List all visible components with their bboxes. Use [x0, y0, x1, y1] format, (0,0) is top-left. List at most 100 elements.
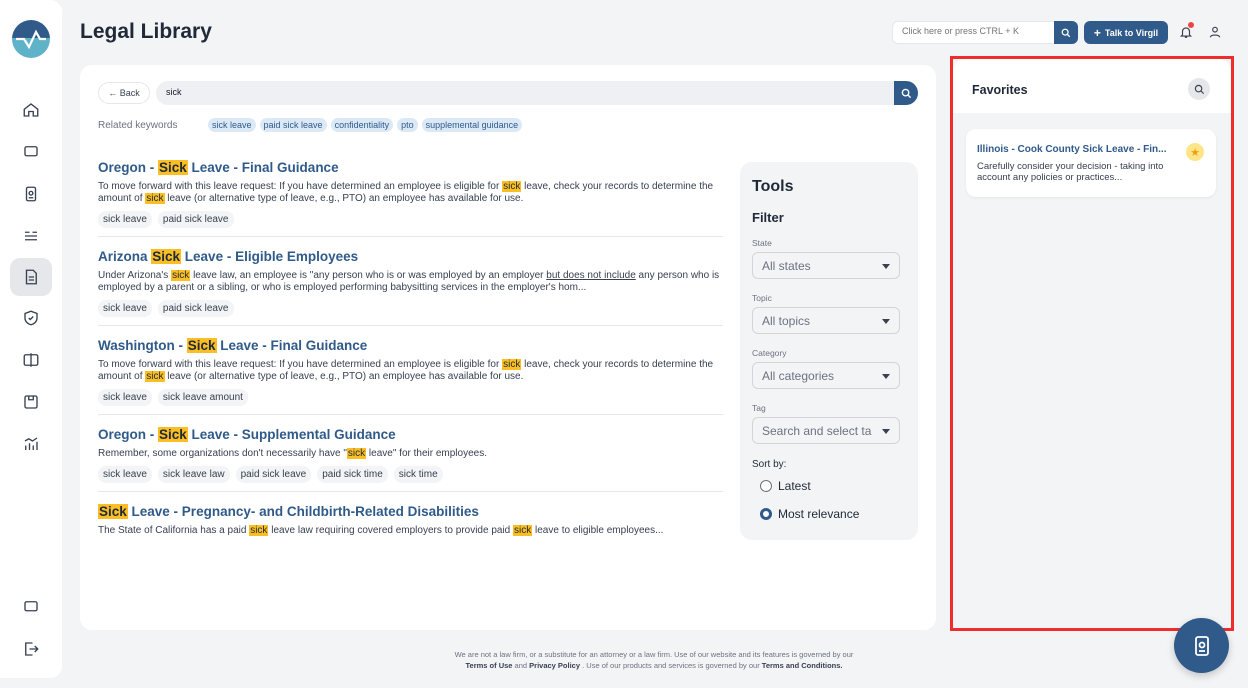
compare-icon[interactable] — [10, 341, 52, 379]
result-description: The State of California has a paid sick … — [98, 525, 664, 536]
state-label: State — [752, 238, 772, 248]
tools-title: Tools — [752, 178, 794, 195]
shield-icon[interactable] — [10, 299, 52, 337]
result-tags: sick leave paid sick leave — [98, 211, 723, 228]
result-title[interactable]: Sick Leave - Pregnancy- and Childbirth-R… — [98, 504, 723, 519]
topic-select[interactable]: All topics — [752, 307, 900, 334]
favorite-item-title[interactable]: Illinois - Cook County Sick Leave - Fin.… — [977, 144, 1177, 155]
sort-label: Sort by: — [752, 459, 787, 470]
result-description: Under Arizona's sick leave law, an emplo… — [98, 270, 720, 293]
category-select[interactable]: All categories — [752, 362, 900, 389]
result-tag[interactable]: sick leave — [98, 466, 152, 483]
related-keywords: sick leave paid sick leave confidentiali… — [208, 118, 523, 132]
result-tags: sick leave sick leave amount — [98, 389, 723, 406]
query-search-button[interactable] — [894, 81, 918, 105]
keyword-chip[interactable]: sick leave — [208, 118, 256, 132]
main-card: ← Back Related keywords sick leave paid … — [80, 65, 936, 630]
sort-relevance-option[interactable]: Most relevance — [760, 507, 859, 521]
favorites-search-button[interactable] — [1188, 78, 1210, 100]
tag-select[interactable]: Search and select ta — [752, 417, 900, 444]
result-item: Washington - Sick Leave - Final Guidance… — [98, 338, 723, 415]
result-tag[interactable]: paid sick time — [317, 466, 388, 483]
favorites-header: Favorites — [953, 59, 1231, 113]
talk-to-virgil-button[interactable]: + Talk to Virgil — [1084, 21, 1168, 44]
document-icon[interactable] — [10, 258, 52, 296]
result-tag[interactable]: sick leave — [98, 389, 152, 406]
terms-conditions-link[interactable]: Terms and Conditions. — [762, 661, 843, 670]
terms-of-use-link[interactable]: Terms of Use — [466, 661, 513, 670]
badge-icon[interactable] — [10, 175, 52, 213]
talk-to-virgil-label: Talk to Virgil — [1104, 27, 1159, 38]
state-select-value: All states — [762, 259, 811, 273]
chevron-down-icon — [882, 374, 890, 379]
result-item: Oregon - Sick Leave - Final Guidance To … — [98, 160, 723, 237]
result-tag[interactable]: sick leave amount — [157, 389, 248, 406]
analytics-icon[interactable] — [10, 425, 52, 463]
result-tag[interactable]: sick leave law — [157, 466, 230, 483]
result-title[interactable]: Washington - Sick Leave - Final Guidance — [98, 338, 723, 353]
filter-title: Filter — [752, 210, 784, 225]
chevron-down-icon — [882, 429, 890, 434]
badge-icon — [1194, 635, 1209, 656]
star-icon[interactable]: ★ — [1186, 143, 1204, 161]
result-tag[interactable]: sick leave — [98, 211, 152, 228]
notifications-button[interactable] — [1175, 21, 1197, 43]
back-button[interactable]: ← Back — [98, 82, 150, 104]
result-tag[interactable]: paid sick leave — [235, 466, 312, 483]
global-search-input[interactable] — [902, 26, 1052, 36]
result-title[interactable]: Arizona Sick Leave - Eligible Employees — [98, 249, 723, 264]
tag-select-placeholder: Search and select ta — [762, 424, 872, 438]
result-item: Oregon - Sick Leave - Supplemental Guida… — [98, 427, 723, 492]
footer-line2: Terms of Use and Privacy Policy . Use of… — [465, 661, 843, 670]
sort-latest-option[interactable]: Latest — [760, 479, 811, 493]
tools-panel: Tools Filter State All states Topic All … — [740, 162, 918, 540]
keyword-chip[interactable]: confidentiality — [330, 118, 394, 132]
category-label: Category — [752, 348, 787, 358]
radio-checked[interactable] — [760, 508, 772, 520]
profile-button[interactable] — [1204, 21, 1226, 43]
tag-label: Tag — [752, 403, 766, 413]
query-input[interactable] — [166, 87, 766, 97]
result-item: Arizona Sick Leave - Eligible Employees … — [98, 249, 723, 326]
chevron-down-icon — [882, 319, 890, 324]
result-title[interactable]: Oregon - Sick Leave - Supplemental Guida… — [98, 427, 723, 442]
home-icon[interactable] — [10, 91, 52, 129]
search-icon — [1194, 84, 1204, 94]
app-logo[interactable] — [12, 20, 50, 58]
logout-icon[interactable] — [10, 630, 52, 668]
plus-icon: + — [1093, 25, 1101, 40]
sidebar — [0, 0, 62, 678]
global-search[interactable] — [892, 21, 1078, 44]
related-keywords-label: Related keywords — [98, 120, 178, 131]
query-bar[interactable] — [156, 81, 918, 105]
result-tag[interactable]: paid sick leave — [157, 211, 234, 228]
result-tag[interactable]: paid sick leave — [157, 300, 234, 317]
page-title: Legal Library — [80, 20, 212, 43]
global-search-button[interactable] — [1054, 21, 1078, 44]
list-sort-icon[interactable] — [10, 217, 52, 255]
favorite-item[interactable]: Illinois - Cook County Sick Leave - Fin.… — [966, 129, 1216, 197]
keyword-chip[interactable]: paid sick leave — [259, 118, 327, 132]
result-description: Remember, some organizations don't neces… — [98, 448, 487, 459]
sort-latest-label: Latest — [778, 479, 811, 493]
result-description: To move forward with this leave request:… — [98, 181, 714, 204]
result-tag[interactable]: sick leave — [98, 300, 152, 317]
sort-relevance-label: Most relevance — [778, 507, 860, 521]
result-title[interactable]: Oregon - Sick Leave - Final Guidance — [98, 160, 723, 175]
keyword-chip[interactable]: supplemental guidance — [421, 118, 523, 132]
keyword-chip[interactable]: pto — [397, 118, 418, 132]
radio-unchecked[interactable] — [760, 480, 772, 492]
result-item: Sick Leave - Pregnancy- and Childbirth-R… — [98, 504, 723, 551]
footer: We are not a law firm, or a substitute f… — [260, 649, 1048, 671]
privacy-policy-link[interactable]: Privacy Policy — [529, 661, 580, 670]
assistant-fab[interactable] — [1174, 618, 1229, 673]
feedback-icon[interactable] — [10, 588, 52, 626]
search-icon — [1061, 28, 1071, 37]
chat-icon[interactable] — [10, 133, 52, 171]
result-tag[interactable]: sick time — [393, 466, 443, 483]
favorites-title: Favorites — [972, 83, 1028, 97]
state-select[interactable]: All states — [752, 252, 900, 279]
calendar-icon[interactable] — [10, 383, 52, 421]
favorites-panel: Favorites Illinois - Cook County Sick Le… — [950, 56, 1234, 631]
results-list: Oregon - Sick Leave - Final Guidance To … — [98, 160, 723, 612]
